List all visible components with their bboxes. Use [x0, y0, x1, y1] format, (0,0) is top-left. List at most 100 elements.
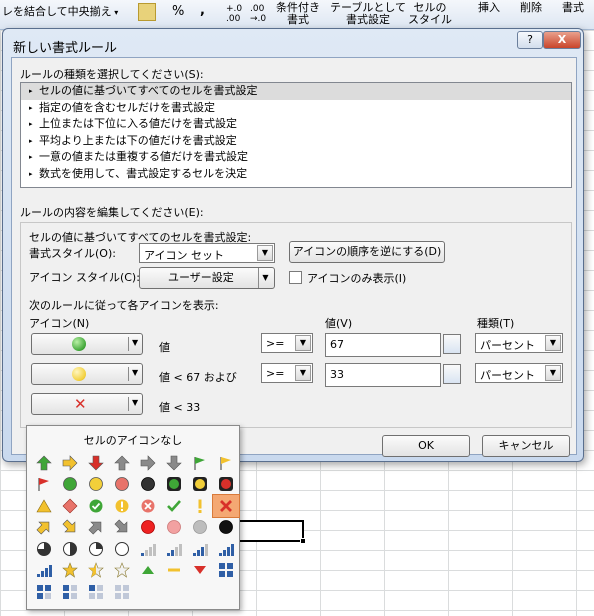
format-as-table-button[interactable]: テーブルとして 書式設定	[330, 2, 406, 26]
row2-type-select[interactable]: パーセント ▼	[475, 363, 563, 383]
yellow-exclaim-circle-icon[interactable]	[109, 495, 135, 517]
pink-circle-icon[interactable]	[161, 517, 187, 539]
yellow-dash-icon[interactable]	[161, 560, 187, 582]
chevron-down-icon: ▼	[545, 365, 561, 381]
green-triangle-up-icon[interactable]	[135, 560, 161, 582]
green-circle-icon[interactable]	[57, 474, 83, 496]
row1-value-input[interactable]: 67	[325, 333, 441, 357]
cancel-button[interactable]: キャンセル	[482, 435, 570, 457]
row2-operator-select[interactable]: >= ▼	[261, 363, 313, 383]
blue-boxes-four-icon[interactable]	[213, 560, 239, 582]
right-arrow-gray-icon[interactable]	[135, 452, 161, 474]
red-x-icon[interactable]	[212, 494, 240, 518]
green-light-icon[interactable]	[161, 474, 187, 496]
down-right-arrow-yellow-icon[interactable]	[57, 517, 83, 539]
active-cell[interactable]	[238, 520, 304, 542]
format-button[interactable]: 書式	[562, 2, 584, 14]
bars-two-icon[interactable]	[161, 538, 187, 560]
up-right-arrow-gray-icon[interactable]	[83, 517, 109, 539]
rule-type-label: ルールの種類を選択してください(S):	[20, 68, 204, 81]
empty-circle-icon[interactable]	[109, 538, 135, 560]
increase-decimal-icon[interactable]: +.0.00	[226, 4, 242, 24]
red-light-icon[interactable]	[213, 474, 239, 496]
rule-type-item[interactable]: ▸ 平均より上または下の値だけを書式設定	[21, 133, 571, 150]
up-right-arrow-yellow-icon[interactable]	[31, 517, 57, 539]
green-check-icon[interactable]	[161, 495, 187, 517]
green-flag-icon[interactable]	[187, 452, 213, 474]
down-right-arrow-gray-icon[interactable]	[109, 517, 135, 539]
no-cell-icon-option[interactable]: セルのアイコンなし	[27, 432, 239, 448]
merge-center-button[interactable]: レを結合して中央揃え	[2, 6, 118, 19]
red-circle-solid-icon[interactable]	[135, 517, 161, 539]
cell-styles-button[interactable]: セルの スタイル	[408, 2, 452, 26]
row1-type-select[interactable]: パーセント ▼	[475, 333, 563, 353]
delete-button[interactable]: 削除	[520, 2, 542, 14]
icon-select-row3[interactable]: ✕ ▼	[31, 393, 143, 415]
blue-boxes-zero-icon[interactable]	[109, 581, 135, 603]
empty-star-icon[interactable]	[109, 560, 135, 582]
fill-handle[interactable]	[300, 538, 306, 544]
format-style-select[interactable]: アイコン セット ▼	[139, 243, 275, 263]
red-diamond-icon[interactable]	[57, 495, 83, 517]
currency-format-icon[interactable]	[138, 3, 156, 21]
gold-star-icon[interactable]	[57, 560, 83, 582]
rule-type-item[interactable]: ▸ 指定の値を含むセルだけを書式設定	[21, 100, 571, 117]
yellow-circle-icon	[72, 367, 86, 381]
bars-three-icon[interactable]	[187, 538, 213, 560]
icon-only-checkbox[interactable]	[289, 271, 302, 284]
icon-style-select[interactable]: ユーザー設定 ▼	[139, 267, 275, 289]
comma-style-button[interactable]: ,	[200, 4, 205, 17]
row1-operator-select[interactable]: >= ▼	[261, 333, 313, 353]
reverse-icon-order-button[interactable]: アイコンの順序を逆にする(D)	[289, 241, 445, 263]
bullet-icon: ▸	[29, 169, 33, 178]
down-arrow-red-icon[interactable]	[83, 452, 109, 474]
close-button[interactable]: X	[543, 31, 581, 49]
red-circle-icon[interactable]	[109, 474, 135, 496]
down-arrow-gray-icon[interactable]	[161, 452, 187, 474]
icon-select-row1[interactable]: ▼	[31, 333, 143, 355]
icon-select-row2[interactable]: ▼	[31, 363, 143, 385]
up-arrow-green-icon[interactable]	[31, 452, 57, 474]
help-button[interactable]: ?	[517, 31, 543, 49]
range-picker-icon[interactable]	[443, 334, 461, 354]
insert-button[interactable]: 挿入	[478, 2, 500, 14]
rule-type-list[interactable]: ▸ セルの値に基づいてすべてのセルを書式設定 ▸ 指定の値を含むセルだけを書式設定 …	[20, 82, 572, 188]
conditional-format-button[interactable]: 条件付き 書式	[276, 2, 320, 26]
yellow-circle-icon[interactable]	[83, 474, 109, 496]
decrease-decimal-icon[interactable]: .00 →.0	[250, 4, 266, 24]
up-arrow-gray-icon[interactable]	[109, 452, 135, 474]
rule-type-item[interactable]: ▸ 数式を使用して、書式設定するセルを決定	[21, 166, 571, 183]
quarter-pie-icon[interactable]	[31, 538, 57, 560]
blue-boxes-three-icon[interactable]	[31, 581, 57, 603]
range-picker-icon[interactable]	[443, 364, 461, 384]
row1-condition-text: 値	[159, 341, 170, 354]
blue-boxes-one-icon[interactable]	[83, 581, 109, 603]
gray-circle-icon[interactable]	[187, 517, 213, 539]
quarter-light-pie-icon[interactable]	[83, 538, 109, 560]
yellow-exclaim-icon[interactable]	[187, 495, 213, 517]
black-circle-icon[interactable]	[135, 474, 161, 496]
half-star-icon[interactable]	[83, 560, 109, 582]
icon-grid	[31, 452, 240, 603]
half-pie-icon[interactable]	[57, 538, 83, 560]
red-flag-icon[interactable]	[31, 474, 57, 496]
blue-boxes-two-icon[interactable]	[57, 581, 83, 603]
chevron-down-icon: ▼	[257, 245, 273, 261]
bars-one-icon[interactable]	[135, 538, 161, 560]
rule-type-item[interactable]: ▸ セルの値に基づいてすべてのセルを書式設定	[21, 83, 571, 100]
red-x-circle-icon[interactable]	[135, 495, 161, 517]
rule-type-item[interactable]: ▸ 一意の値または重複する値だけを書式設定	[21, 149, 571, 166]
yellow-triangle-icon[interactable]	[31, 495, 57, 517]
bars-four-icon[interactable]	[213, 538, 239, 560]
bars-full-icon[interactable]	[31, 560, 57, 582]
yellow-flag-icon[interactable]	[213, 452, 239, 474]
row2-value-input[interactable]: 33	[325, 363, 441, 387]
percent-style-button[interactable]: %	[172, 5, 184, 18]
red-triangle-down-icon[interactable]	[187, 560, 213, 582]
ok-button[interactable]: OK	[382, 435, 470, 457]
green-check-circle-icon[interactable]	[83, 495, 109, 517]
yellow-light-icon[interactable]	[187, 474, 213, 496]
black-circle-solid-icon[interactable]	[213, 517, 239, 539]
rule-type-item[interactable]: ▸ 上位または下位に入る値だけを書式設定	[21, 116, 571, 133]
right-arrow-yellow-icon[interactable]	[57, 452, 83, 474]
